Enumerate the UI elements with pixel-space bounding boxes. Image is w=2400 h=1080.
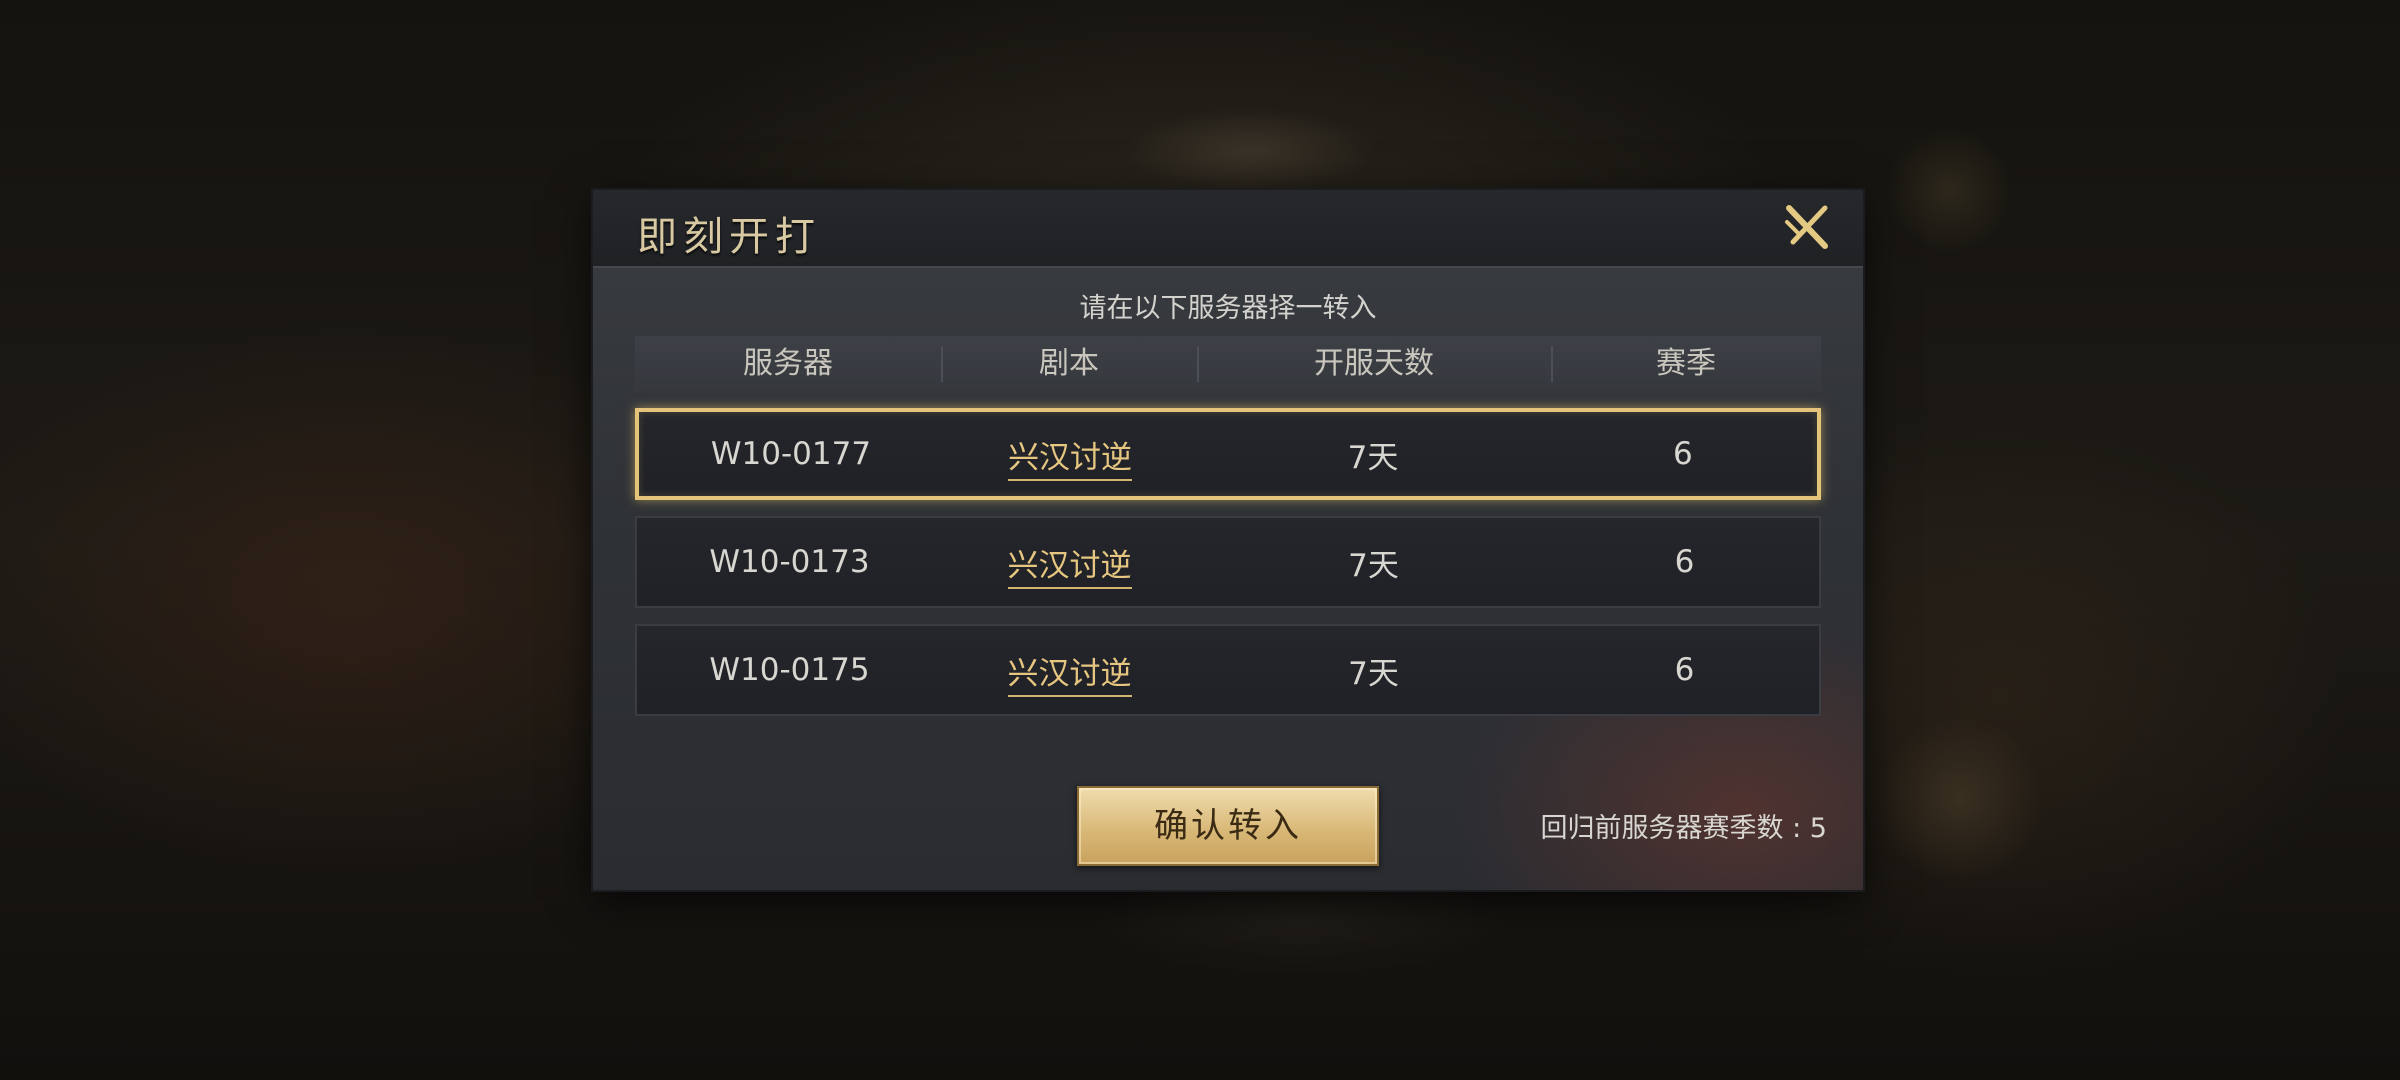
- confirm-transfer-button[interactable]: 确认转入: [1077, 786, 1379, 866]
- script-link-text[interactable]: 兴汉讨逆: [1007, 655, 1132, 697]
- close-button[interactable]: [1779, 200, 1835, 256]
- server-season: 6: [1673, 436, 1693, 472]
- dialog-header: 即刻开打: [593, 190, 1863, 268]
- server-id: W10-0177: [710, 436, 872, 472]
- server-row[interactable]: W10-0173 兴汉讨逆 7天 6: [635, 516, 1821, 608]
- server-id: W10-0175: [709, 652, 870, 688]
- dialog-title: 即刻开打: [637, 214, 821, 260]
- instruction-text: 请在以下服务器择一转入: [1079, 293, 1377, 324]
- server-season: 6: [1674, 544, 1695, 580]
- script-link[interactable]: 兴汉讨逆: [943, 432, 1197, 481]
- table-header: 服务器 剧本 开服天数 赛季: [635, 336, 1821, 392]
- server-transfer-dialog: 即刻开打 请在以下服务器择一转入 服务器 剧本 开服天数 赛季 W10-0177…: [593, 190, 1863, 890]
- script-link-text[interactable]: 兴汉讨逆: [1007, 547, 1132, 589]
- server-days: 7天: [1348, 655, 1399, 692]
- column-header-server: 服务器: [743, 346, 833, 381]
- column-header-days: 开服天数: [1197, 336, 1551, 392]
- script-link[interactable]: 兴汉讨逆: [942, 648, 1197, 697]
- column-header-script: 剧本: [941, 336, 1197, 392]
- server-season: 6: [1674, 652, 1695, 688]
- server-days: 7天: [1347, 439, 1399, 476]
- return-season-info: 回归前服务器赛季数 : 5: [1540, 813, 1827, 844]
- script-link-text[interactable]: 兴汉讨逆: [1008, 439, 1133, 481]
- server-row[interactable]: W10-0175 兴汉讨逆 7天 6: [635, 624, 1821, 716]
- script-link[interactable]: 兴汉讨逆: [942, 540, 1197, 589]
- server-days: 7天: [1348, 547, 1399, 584]
- server-row-selected[interactable]: W10-0177 兴汉讨逆 7天 6: [635, 408, 1821, 500]
- close-icon: [1785, 205, 1828, 249]
- column-header-season: 赛季: [1551, 336, 1821, 392]
- server-id: W10-0173: [709, 544, 870, 580]
